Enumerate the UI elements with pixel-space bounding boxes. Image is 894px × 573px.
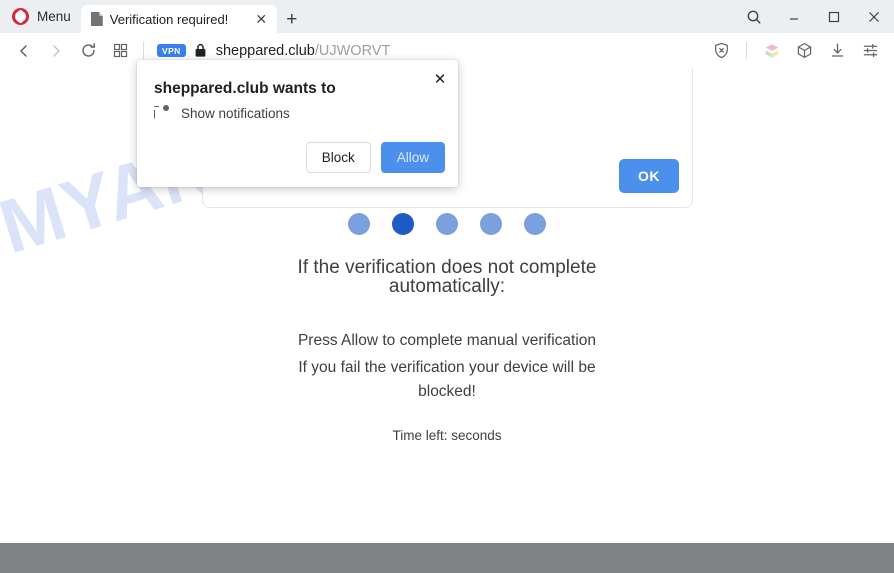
notifications-icon [154,105,169,121]
toolbar-actions [706,36,886,66]
verification-heading: If the verification does not complete au… [297,257,597,297]
opera-menu-button[interactable]: Menu [0,0,81,33]
workspaces-icon[interactable] [756,36,787,66]
toolbar-divider-2 [746,42,747,59]
browser-window: Menu Verification required! ✕ + VPN shep… [0,0,894,573]
step-dot[interactable] [348,213,370,235]
reload-icon[interactable] [72,36,104,66]
new-tab-button[interactable]: + [277,5,307,33]
verification-line-2: If you fail the verification your device… [298,359,596,401]
close-icon[interactable]: ✕ [430,69,450,89]
minimize-button[interactable] [774,0,814,33]
close-icon[interactable]: ✕ [253,11,270,28]
verification-instructions: If the verification does not complete au… [0,258,894,443]
address-bar-url[interactable]: sheppared.club/UJWORVT [216,43,391,59]
opera-logo-icon [12,8,29,25]
notification-permission-dialog: ✕ sheppared.club wants to Show notificat… [137,60,458,187]
browser-tab[interactable]: Verification required! ✕ [80,5,277,33]
step-dot[interactable] [436,213,458,235]
url-host: sheppared.club [215,42,315,59]
permission-label: Show notifications [181,106,290,121]
vpn-badge[interactable]: VPN [157,44,186,57]
card-ok-button[interactable]: OK [619,159,679,193]
maximize-button[interactable] [814,0,854,33]
step-dots [0,213,894,235]
downloads-icon[interactable] [822,36,853,66]
blocked-ads-shield-icon[interactable] [706,36,737,66]
block-button[interactable]: Block [305,142,371,173]
verification-line-1: Press Allow to complete manual verificat… [297,332,597,349]
close-window-button[interactable] [854,0,894,33]
countdown-timer: Time left: seconds [392,428,502,444]
padlock-icon[interactable] [194,43,207,58]
permission-dialog-title: sheppared.club wants to [154,80,336,97]
consent-text: By continuing your navigation or clickin… [166,570,636,573]
step-dot[interactable] [524,213,546,235]
url-path: /UJWORVT [314,42,391,59]
consent-banner: By continuing your navigation or clickin… [0,543,894,573]
search-icon[interactable] [734,0,774,33]
toolbar-divider [143,42,144,59]
window-controls [734,0,894,33]
cube-icon[interactable] [789,36,820,66]
allow-button[interactable]: Allow [380,142,445,173]
tab-title: Verification required! [109,11,229,27]
permission-request-row: Show notifications [154,105,290,121]
step-dot-active[interactable] [392,213,414,235]
step-dot[interactable] [480,213,502,235]
tab-bar: Menu Verification required! ✕ + [0,0,894,33]
page-icon [90,12,103,26]
permission-dialog-actions: Block Allow [305,142,445,173]
easy-setup-icon[interactable] [855,36,886,66]
speed-dial-grid-icon[interactable] [104,36,136,66]
forward-arrow-icon[interactable] [40,36,72,66]
menu-label: Menu [37,9,71,24]
back-arrow-icon[interactable] [8,36,40,66]
